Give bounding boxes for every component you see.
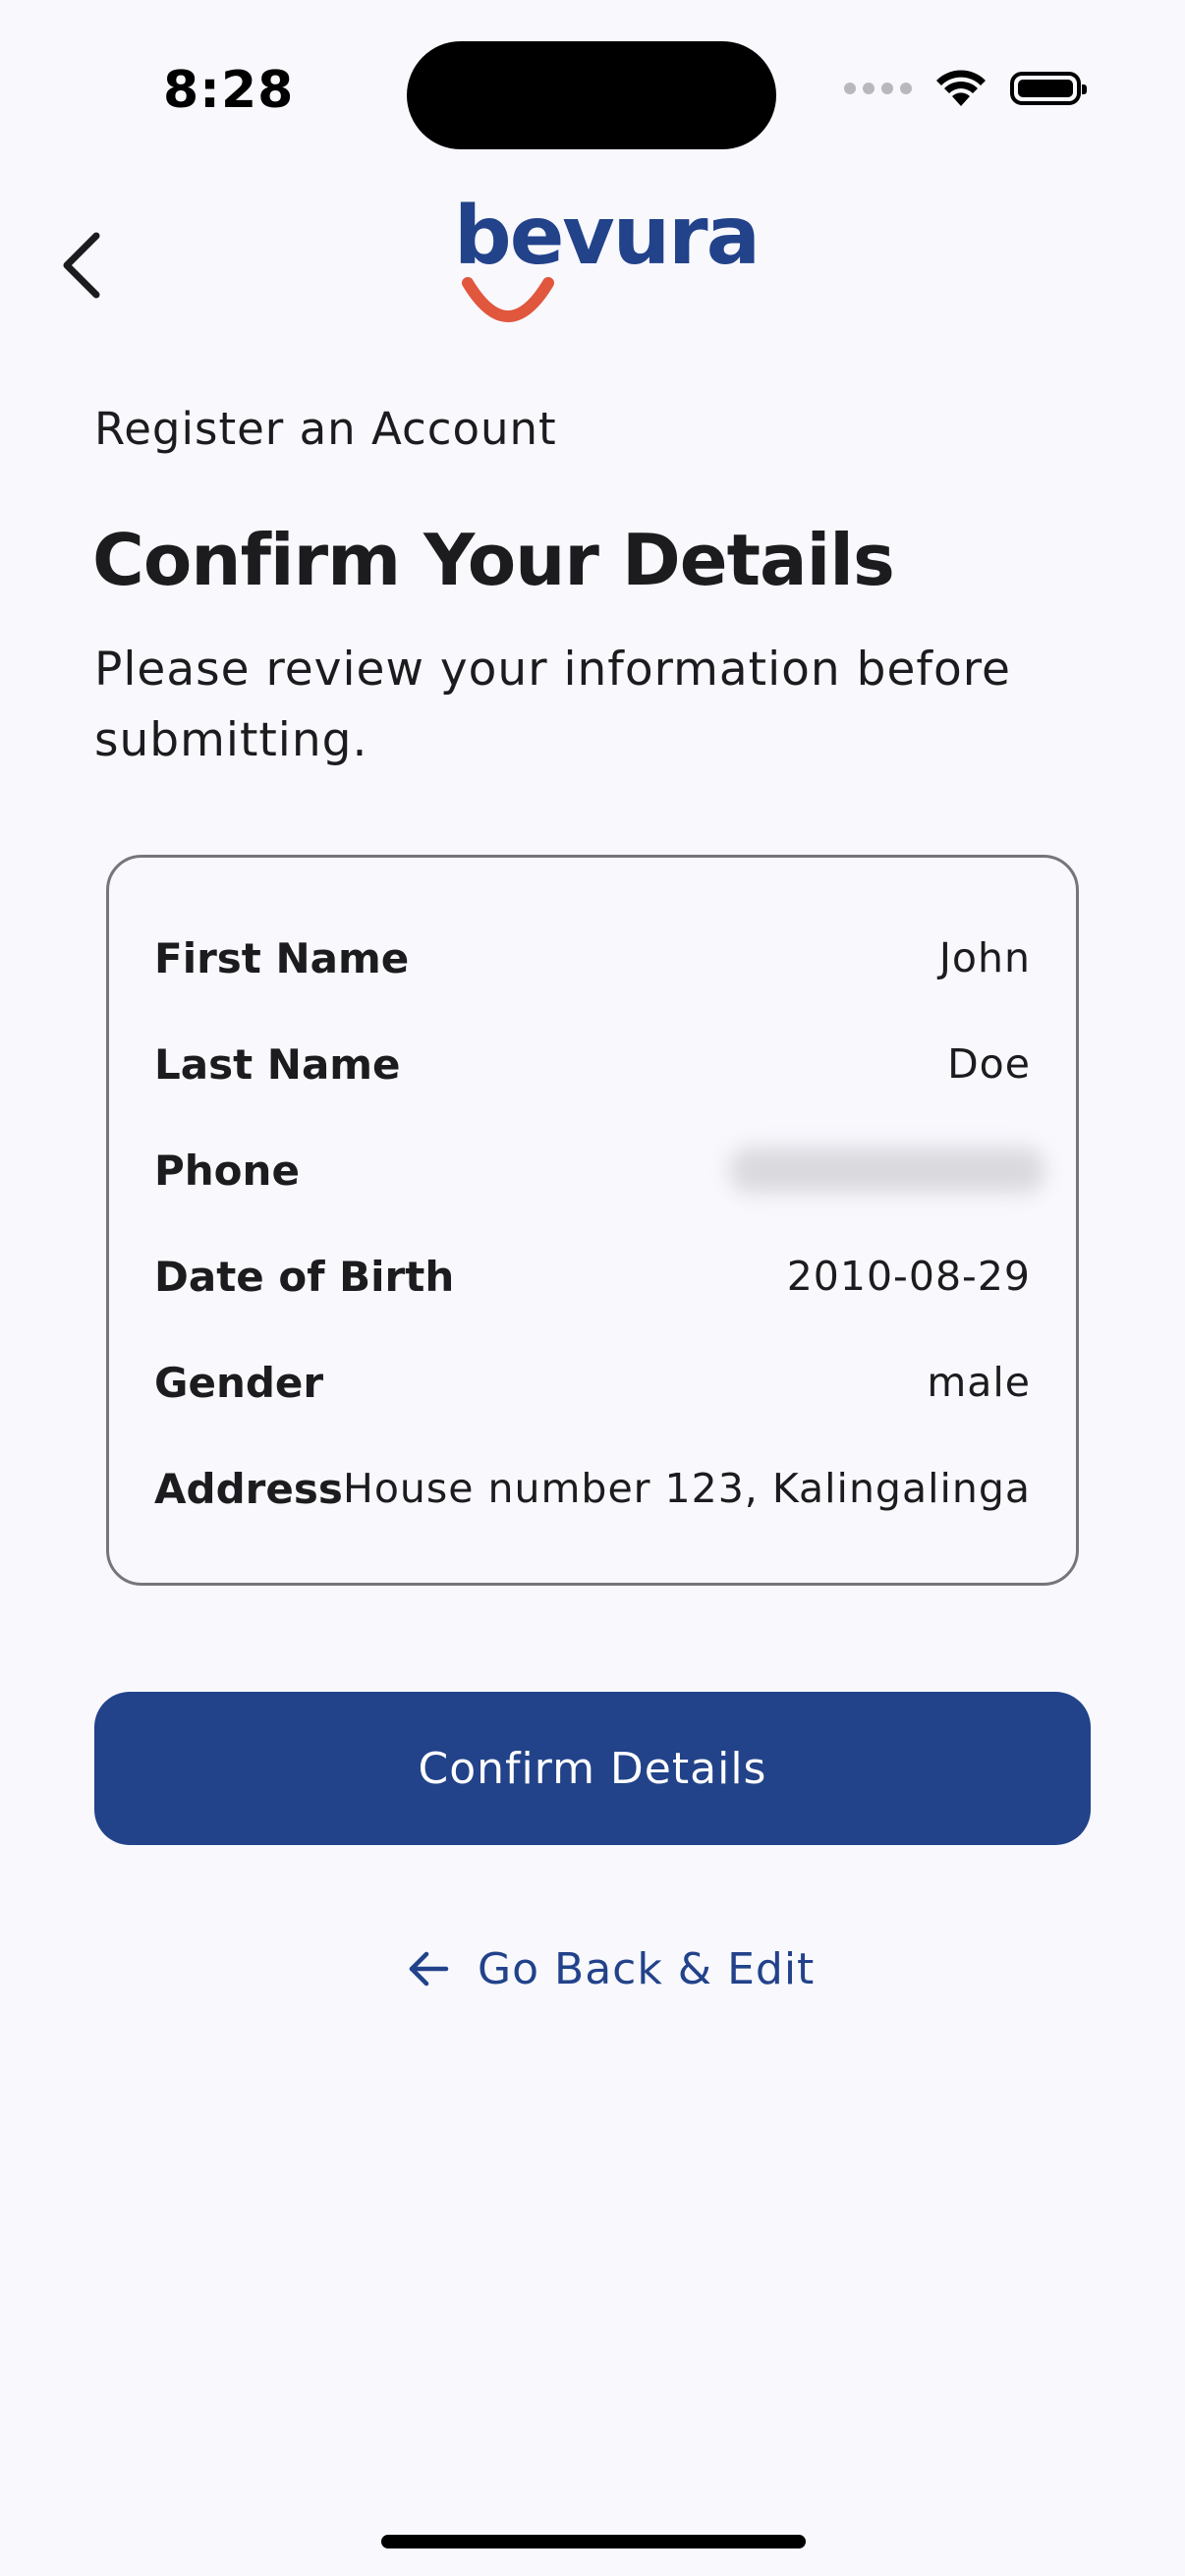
home-indicator[interactable] <box>381 2535 806 2548</box>
dynamic-island <box>407 41 776 149</box>
status-icons <box>844 69 1087 108</box>
detail-value: House number 123, Kalingalinga <box>342 1465 1031 1512</box>
brand-logo: bevura <box>454 196 761 324</box>
wifi-icon <box>936 70 986 106</box>
details-card: First Name John Last Name Doe Phone Date… <box>106 855 1079 1586</box>
chevron-left-icon[interactable] <box>51 228 110 303</box>
battery-icon <box>1010 72 1087 105</box>
arrow-left-icon <box>409 1951 449 1987</box>
detail-label: First Name <box>154 933 410 982</box>
logo-wordmark: bevura <box>454 190 761 283</box>
detail-row-first-name: First Name John <box>154 924 1031 992</box>
page-eyebrow: Register an Account <box>94 403 557 455</box>
page-title: Confirm Your Details <box>92 519 895 601</box>
cellular-signal-icon <box>844 83 912 94</box>
detail-value-redacted <box>730 1148 1044 1193</box>
detail-row-date-of-birth: Date of Birth 2010-08-29 <box>154 1242 1031 1311</box>
detail-label: Date of Birth <box>154 1252 455 1301</box>
detail-row-address: Address House number 123, Kalingalinga <box>154 1454 1031 1523</box>
logo-smile-icon <box>462 277 554 322</box>
detail-label: Last Name <box>154 1039 401 1089</box>
detail-value: Doe <box>947 1040 1031 1088</box>
go-back-edit-link[interactable]: Go Back & Edit <box>407 1932 815 2006</box>
page-subtitle: Please review your information before su… <box>94 643 1011 767</box>
confirm-details-button[interactable]: Confirm Details <box>94 1692 1091 1845</box>
detail-row-gender: Gender male <box>154 1348 1031 1417</box>
detail-label: Gender <box>154 1358 324 1407</box>
status-time: 8:28 <box>163 61 295 120</box>
detail-value: 2010-08-29 <box>786 1253 1031 1300</box>
detail-row-phone: Phone <box>154 1136 1044 1204</box>
status-bar: 8:28 <box>0 0 1185 187</box>
go-back-edit-label: Go Back & Edit <box>478 1943 816 1994</box>
detail-row-last-name: Last Name Doe <box>154 1030 1031 1098</box>
detail-label: Address <box>154 1464 343 1513</box>
detail-label: Phone <box>154 1146 300 1195</box>
detail-value: John <box>938 934 1031 981</box>
detail-value: male <box>927 1359 1031 1406</box>
